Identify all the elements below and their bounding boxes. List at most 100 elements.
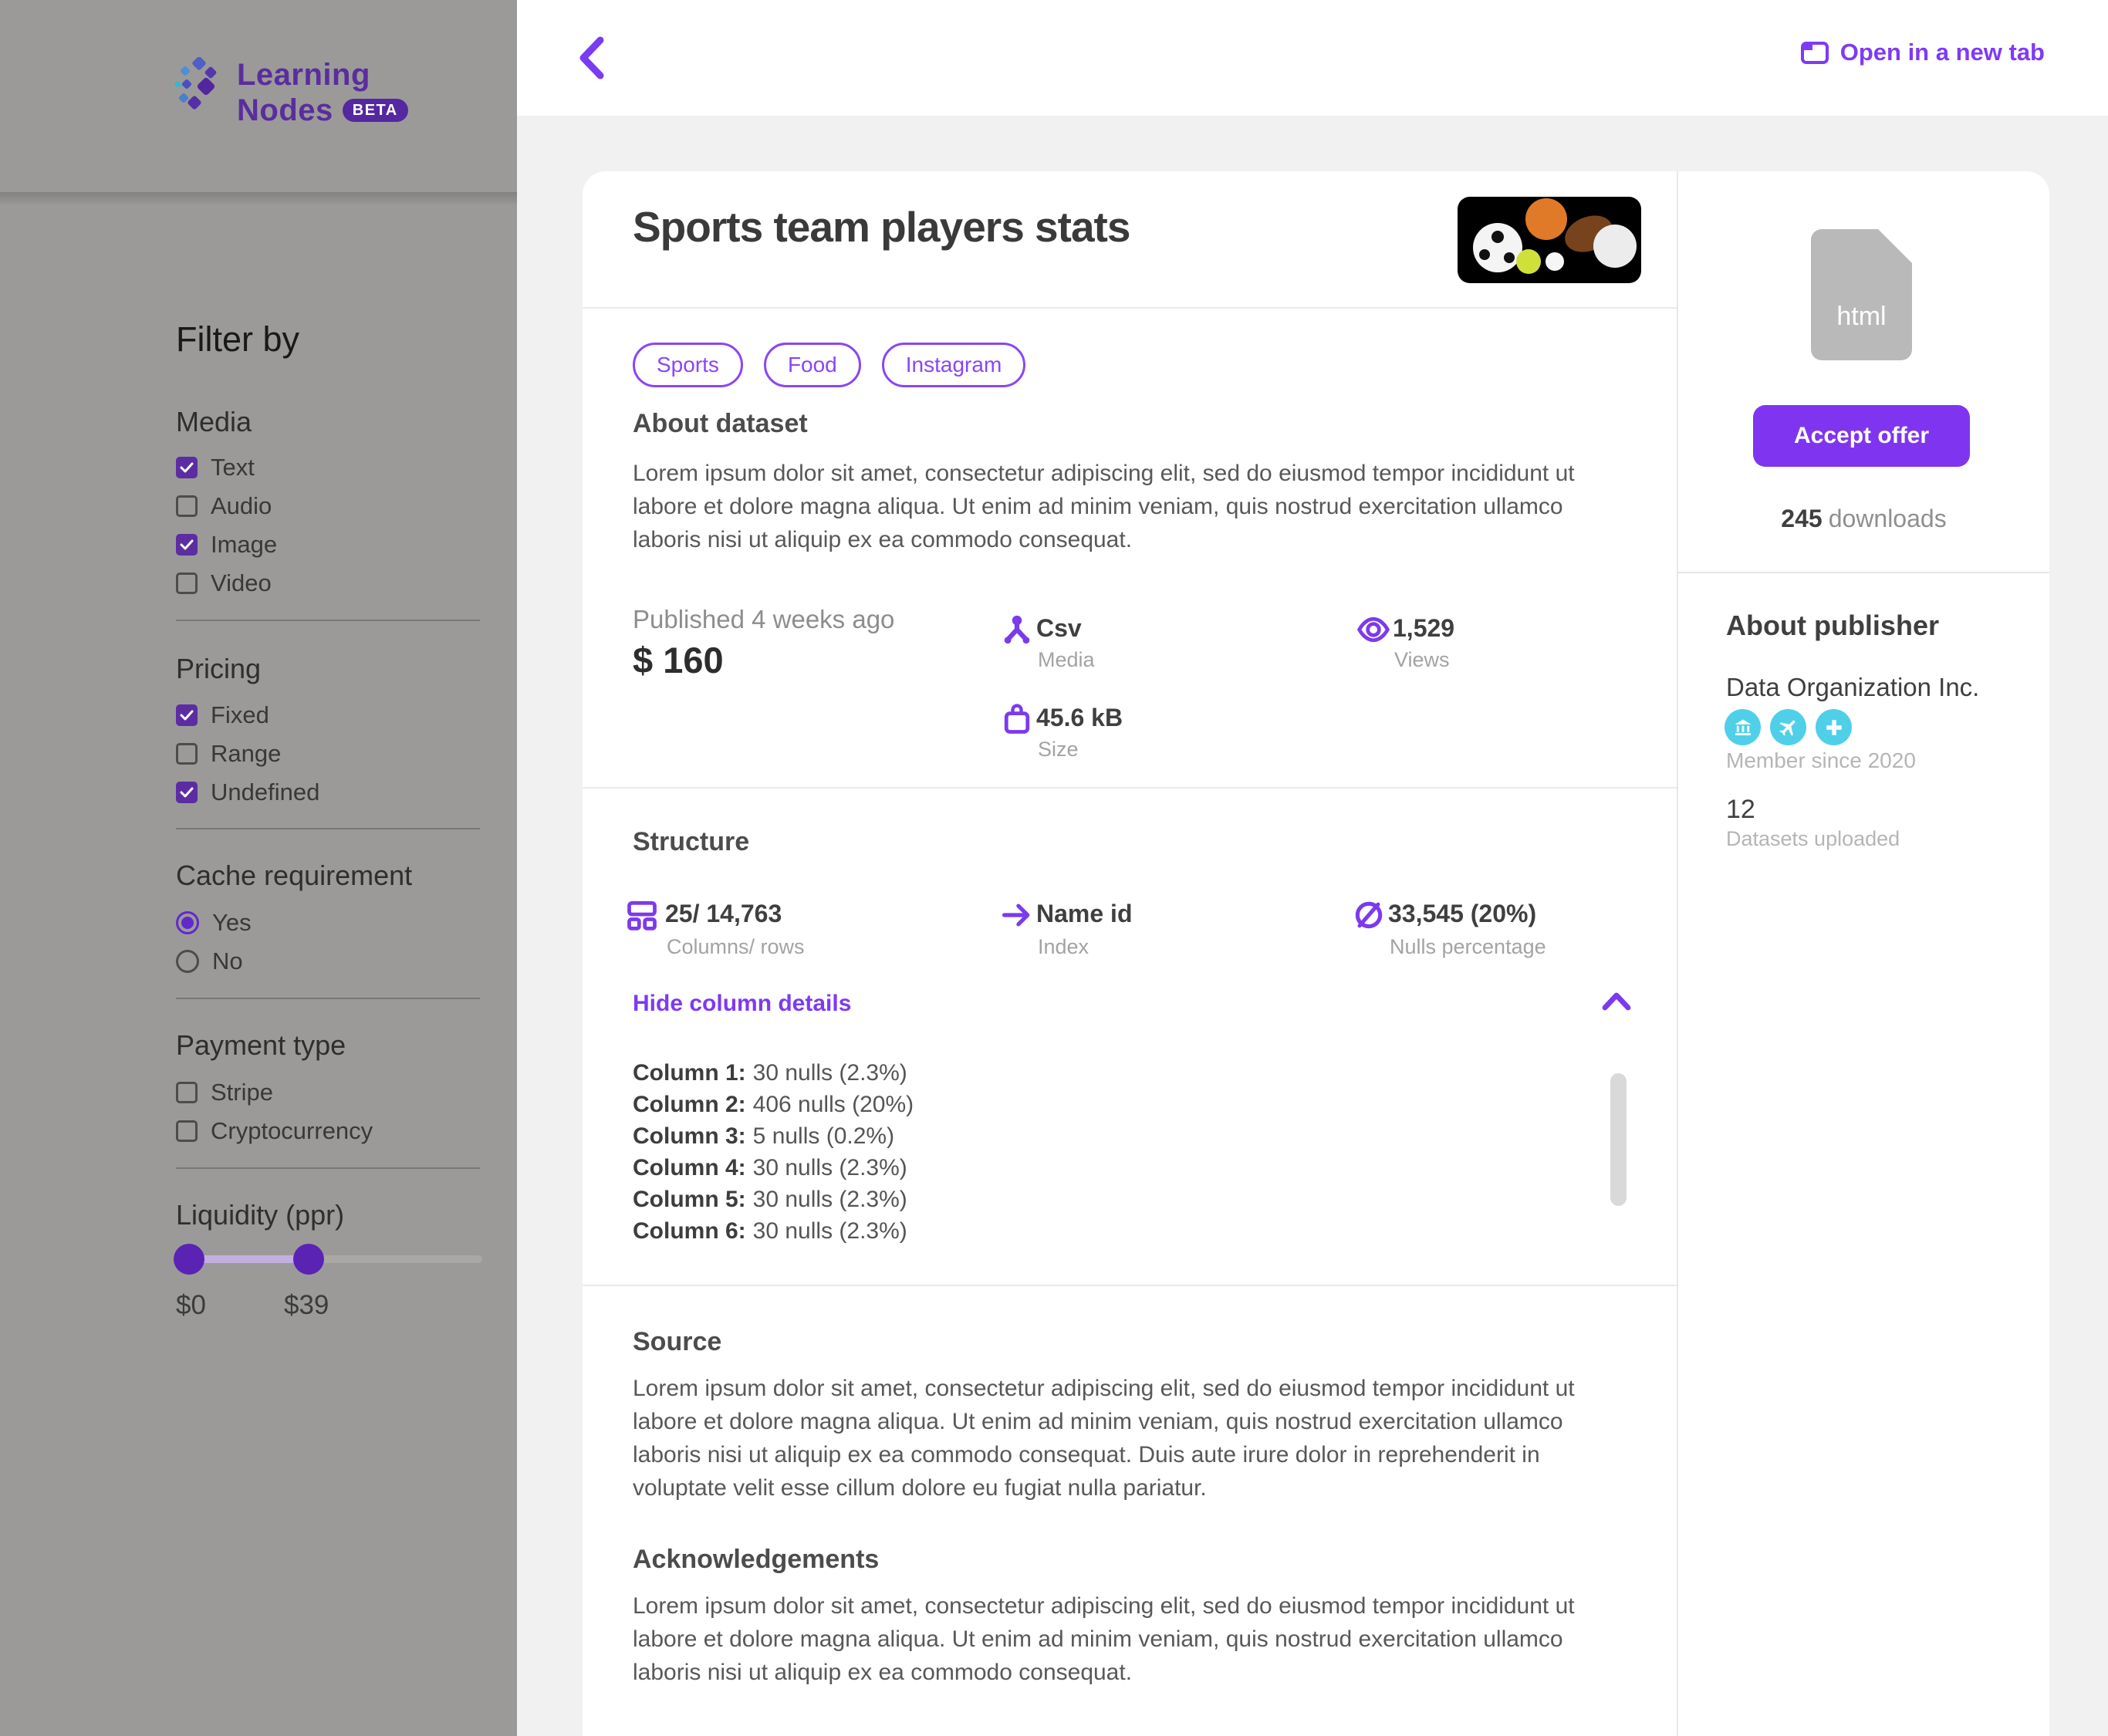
hide-column-details-link[interactable]: Hide column details — [633, 991, 851, 1017]
filter-group-cache: Cache requirement — [176, 860, 412, 892]
filter-title: Filter by — [176, 319, 299, 360]
file-icon: html — [1811, 229, 1912, 360]
index-arrow-icon — [1000, 898, 1034, 932]
size-value: 45.6 kB — [1036, 704, 1123, 732]
filter-group-payment: Payment type — [176, 1029, 346, 1062]
logo-wordmark: Learning Nodes BETA — [237, 57, 408, 128]
sidebar-divider — [176, 828, 480, 829]
dataset-thumbnail — [1458, 197, 1641, 283]
app-logo[interactable]: Learning Nodes BETA — [174, 57, 408, 128]
chevron-up-icon[interactable] — [1599, 988, 1634, 1015]
datasets-uploaded-label: Datasets uploaded — [1726, 827, 1900, 851]
beta-badge: BETA — [343, 99, 408, 122]
published-date: Published 4 weeks ago — [633, 605, 894, 634]
views-value: 1,529 — [1393, 614, 1454, 643]
file-type-label: html — [1811, 302, 1912, 332]
filter-sidebar: Learning Nodes BETA Filter by Media Text… — [0, 0, 517, 1736]
file-fold-corner — [1878, 229, 1912, 263]
downloads-stat: 245 downloads — [1678, 505, 2049, 533]
filter-option-video[interactable]: Video — [176, 569, 272, 597]
column-detail-row: Column 5:30 nulls (2.3%) — [633, 1184, 914, 1215]
logo-word-1: Learning — [237, 57, 408, 93]
offer-sidebar: html Accept offer 245 downloads About pub… — [1678, 171, 2049, 1736]
column-detail-row: Column 2:406 nulls (20%) — [633, 1089, 914, 1120]
datasets-uploaded-count: 12 — [1726, 795, 1755, 825]
tag-sports[interactable]: Sports — [633, 343, 743, 387]
checkbox-checked-icon — [176, 457, 198, 478]
size-icon — [1000, 702, 1034, 736]
filter-option-cache-no[interactable]: No — [176, 947, 243, 975]
accept-offer-button[interactable]: Accept offer — [1753, 405, 1970, 467]
column-detail-row: Column 3:5 nulls (0.2%) — [633, 1120, 914, 1152]
checkbox-checked-icon — [176, 704, 198, 726]
slider-handle-max[interactable] — [293, 1244, 324, 1275]
slider-handle-min[interactable] — [174, 1244, 204, 1275]
filter-group-pricing: Pricing — [176, 653, 261, 685]
acknowledgements-heading: Acknowledgements — [633, 1545, 879, 1575]
filter-option-undefined[interactable]: Undefined — [176, 778, 319, 806]
travel-badge-icon — [1770, 709, 1806, 745]
column-details-scrollbar[interactable] — [1610, 1073, 1627, 1206]
open-in-new-tab-label: Open in a new tab — [1840, 39, 2045, 66]
checkbox-icon — [176, 495, 198, 517]
checkbox-icon — [176, 1120, 198, 1142]
slider-max-value: $39 — [284, 1290, 329, 1321]
publisher-name: Data Organization Inc. — [1726, 673, 1979, 702]
logo-word-2: Nodes — [237, 93, 333, 128]
section-divider — [583, 307, 1677, 309]
radio-icon — [176, 950, 199, 973]
filter-option-cache-yes[interactable]: Yes — [176, 909, 252, 937]
acknowledgements-text: Lorem ipsum dolor sit amet, consectetur … — [633, 1589, 1630, 1689]
basketball-shape — [1525, 198, 1567, 240]
about-dataset-text: Lorem ipsum dolor sit amet, consectetur … — [633, 457, 1630, 556]
column-detail-row: Column 6:30 nulls (2.3%) — [633, 1215, 914, 1247]
media-type-icon — [1000, 613, 1034, 647]
filter-option-fixed[interactable]: Fixed — [176, 701, 269, 729]
top-bar: Open in a new tab — [517, 0, 2108, 116]
columns-rows-label: Columns/ rows — [667, 935, 805, 959]
filter-group-media: Media — [176, 406, 252, 438]
downloads-label: downloads — [1829, 505, 1947, 532]
slider-active-range — [189, 1255, 309, 1263]
tag-list: Sports Food Instagram — [633, 343, 1025, 387]
filter-option-audio[interactable]: Audio — [176, 492, 272, 520]
checkbox-checked-icon — [176, 782, 198, 803]
liquidity-label: Liquidity (ppr) — [176, 1199, 344, 1231]
open-in-new-tab-link[interactable]: Open in a new tab — [1800, 39, 2045, 66]
volleyball-shape — [1593, 225, 1637, 268]
slider-min-value: $0 — [176, 1290, 206, 1321]
media-type-label: Media — [1038, 648, 1095, 672]
tag-food[interactable]: Food — [764, 343, 861, 387]
filter-option-range[interactable]: Range — [176, 740, 281, 768]
radio-selected-icon — [176, 911, 199, 934]
downloads-count: 245 — [1781, 505, 1822, 532]
sidebar-divider — [176, 998, 480, 999]
content-panel: Sports team players stats Sports Food In… — [583, 171, 2049, 1736]
checkbox-checked-icon — [176, 534, 198, 556]
section-divider — [1678, 572, 2049, 573]
filter-option-image[interactable]: Image — [176, 531, 277, 559]
back-button[interactable] — [573, 34, 611, 82]
column-details-list: Column 1:30 nulls (2.3%) Column 2:406 nu… — [633, 1057, 914, 1247]
source-text: Lorem ipsum dolor sit amet, consectetur … — [633, 1372, 1630, 1505]
filter-option-cryptocurrency[interactable]: Cryptocurrency — [176, 1117, 373, 1145]
nulls-label: Nulls percentage — [1390, 935, 1546, 959]
liquidity-slider[interactable] — [177, 1241, 482, 1278]
checkbox-icon — [176, 1082, 198, 1103]
column-detail-row: Column 4:30 nulls (2.3%) — [633, 1152, 914, 1184]
chevron-left-icon — [573, 34, 611, 82]
views-icon — [1356, 613, 1390, 647]
publisher-badges — [1725, 709, 1852, 745]
tennis-ball-shape — [1516, 249, 1541, 274]
nulls-value: 33,545 (20%) — [1388, 900, 1536, 928]
logo-icon — [174, 57, 225, 123]
structure-heading: Structure — [633, 827, 749, 857]
about-publisher-heading: About publisher — [1726, 610, 1939, 642]
column-detail-row: Column 1:30 nulls (2.3%) — [633, 1057, 914, 1089]
page-title: Sports team players stats — [633, 202, 1130, 252]
section-divider — [583, 787, 1677, 789]
filter-option-text[interactable]: Text — [176, 454, 255, 481]
media-type-value: Csv — [1036, 614, 1082, 643]
tag-instagram[interactable]: Instagram — [882, 343, 1026, 387]
filter-option-stripe[interactable]: Stripe — [176, 1079, 273, 1106]
